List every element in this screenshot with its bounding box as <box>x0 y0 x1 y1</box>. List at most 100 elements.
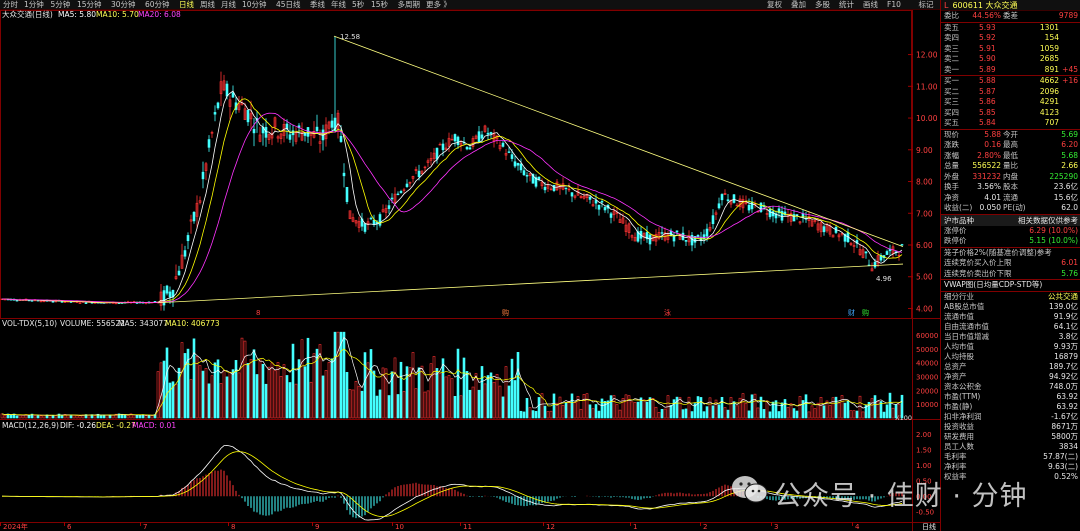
bid-change: +16 <box>1062 76 1078 85</box>
quote-value-2: 15.6亿 <box>1053 192 1078 202</box>
fundamental-label: 投资收益 <box>944 422 974 431</box>
tool-button-0[interactable]: 复权 <box>767 0 782 10</box>
volume-bar <box>735 405 739 419</box>
candle-body <box>165 285 169 294</box>
resistance-trendline <box>333 35 904 247</box>
volume-bar <box>159 362 163 419</box>
period-tab-2[interactable]: 5分钟 <box>51 0 71 10</box>
period-tab-10[interactable]: 45日线 <box>276 0 301 10</box>
tool-button-2[interactable]: 多股 <box>815 0 830 10</box>
candle-body <box>453 134 457 142</box>
period-tab-13[interactable]: 5秒 <box>352 0 364 10</box>
candle-body <box>405 183 409 187</box>
period-tab-16[interactable]: 更多 》 <box>426 0 451 10</box>
fundamental-row: 投资收益 8671万 <box>941 422 1080 432</box>
volume-bar <box>657 412 661 419</box>
volume-bar <box>102 414 106 419</box>
period-tab-12[interactable]: 年线 <box>331 0 346 10</box>
volume-bar <box>702 411 706 419</box>
volume-bar <box>378 389 382 419</box>
candle-body <box>216 102 220 109</box>
period-tab-7[interactable]: 周线 <box>200 0 215 10</box>
period-tab-6[interactable]: 日线 <box>179 0 194 10</box>
candle-body <box>51 301 55 303</box>
volume-bar <box>831 397 835 419</box>
fundamental-value: 748.0万 <box>1049 382 1078 391</box>
period-tab-1[interactable]: 1分钟 <box>24 0 44 10</box>
volume-bar <box>834 396 838 419</box>
volume-bar <box>504 366 508 419</box>
candle-body <box>507 151 511 153</box>
ask-row: 卖一 5.89 891 +45 <box>941 65 1080 76</box>
candle-body <box>378 214 382 226</box>
period-tab-11[interactable]: 季线 <box>310 0 325 10</box>
ask-label: 卖二 <box>944 54 959 63</box>
volume-bar <box>594 404 598 419</box>
vol-tick-label: 60000 <box>916 332 938 340</box>
candle-body <box>186 235 190 242</box>
volume-bar <box>369 349 373 419</box>
volume-bar <box>567 400 571 419</box>
y-tick-label: 10.00 <box>916 114 938 123</box>
volume-bar <box>564 402 568 419</box>
kline-chart[interactable]: 12.0011.0010.009.008.007.006.005.004.001… <box>0 9 940 531</box>
vol-legend-name: VOL-TDX(5,10) <box>2 319 57 328</box>
fundamental-label: 人均持股 <box>944 352 974 361</box>
bid-volume: 2096 <box>1039 86 1059 96</box>
volume-bar <box>435 368 439 419</box>
candle-body <box>306 127 310 137</box>
candle-body <box>177 270 181 276</box>
bid-price: 5.87 <box>979 86 996 96</box>
quote-label: 现价 <box>944 129 959 139</box>
tool-button-4[interactable]: 画线 <box>863 0 878 10</box>
quote-value: 4.01 <box>984 192 1001 202</box>
period-tab-0[interactable]: 分时 <box>3 0 18 10</box>
volume-bar <box>426 390 430 419</box>
period-tab-15[interactable]: 多周期 <box>398 0 421 10</box>
volume-bar <box>813 408 817 419</box>
tool-button-1[interactable]: 叠加 <box>791 0 806 10</box>
period-tab-9[interactable]: 10分钟 <box>242 0 267 10</box>
volume-bar <box>240 337 244 419</box>
tool-button-3[interactable]: 统计 <box>839 0 854 10</box>
period-tab-3[interactable]: 15分钟 <box>77 0 102 10</box>
volume-bar <box>285 375 289 419</box>
volume-bar <box>273 370 277 419</box>
bid-price: 5.86 <box>979 97 996 106</box>
fundamental-label: 流通市值 <box>944 312 974 321</box>
volume-bar <box>3 414 7 419</box>
weibi-value: 44.56% <box>972 11 1001 20</box>
weicha-value: 9789 <box>1058 11 1078 20</box>
volume-bar <box>420 365 424 419</box>
volume-bar <box>57 413 61 419</box>
market-section-header[interactable]: 沪市品种 相关数据仅供参考 <box>941 214 1080 226</box>
candle-body <box>519 163 523 171</box>
candle-body <box>537 176 541 180</box>
period-tab-8[interactable]: 月线 <box>221 0 236 10</box>
candle-body <box>246 110 250 123</box>
quote-value-2: 2.66 <box>1061 161 1078 170</box>
vwap-row[interactable]: VWAP图(日均量CDP-STD等) <box>941 280 1080 291</box>
main-legend-name: 大众交通(日线) <box>2 10 53 19</box>
candle-body <box>684 240 688 242</box>
cage-value: 6.01 <box>1061 258 1078 267</box>
quote-value: 0.050 <box>979 203 1001 212</box>
volume-bar <box>291 343 295 419</box>
volume-bar <box>477 389 481 419</box>
quote-value: 5.88 <box>984 129 1001 139</box>
candle-body <box>675 230 679 233</box>
tool-button-6[interactable]: 标记 <box>919 0 934 10</box>
volume-bar <box>579 408 583 419</box>
period-tab-4[interactable]: 30分钟 <box>111 0 136 10</box>
candle-body <box>417 170 421 177</box>
tool-button-5[interactable]: F10 <box>887 0 901 10</box>
volume-bar <box>432 356 436 419</box>
vol-ma5-line <box>1 336 903 416</box>
bid-row: 买一 5.88 4662 +16 <box>941 76 1080 87</box>
support-trendline <box>157 263 904 304</box>
volume-bar <box>93 415 97 419</box>
period-tab-14[interactable]: 15秒 <box>371 0 388 10</box>
period-tab-5[interactable]: 60分钟 <box>145 0 170 10</box>
volume-bar <box>231 369 235 419</box>
volume-bar <box>438 373 442 419</box>
